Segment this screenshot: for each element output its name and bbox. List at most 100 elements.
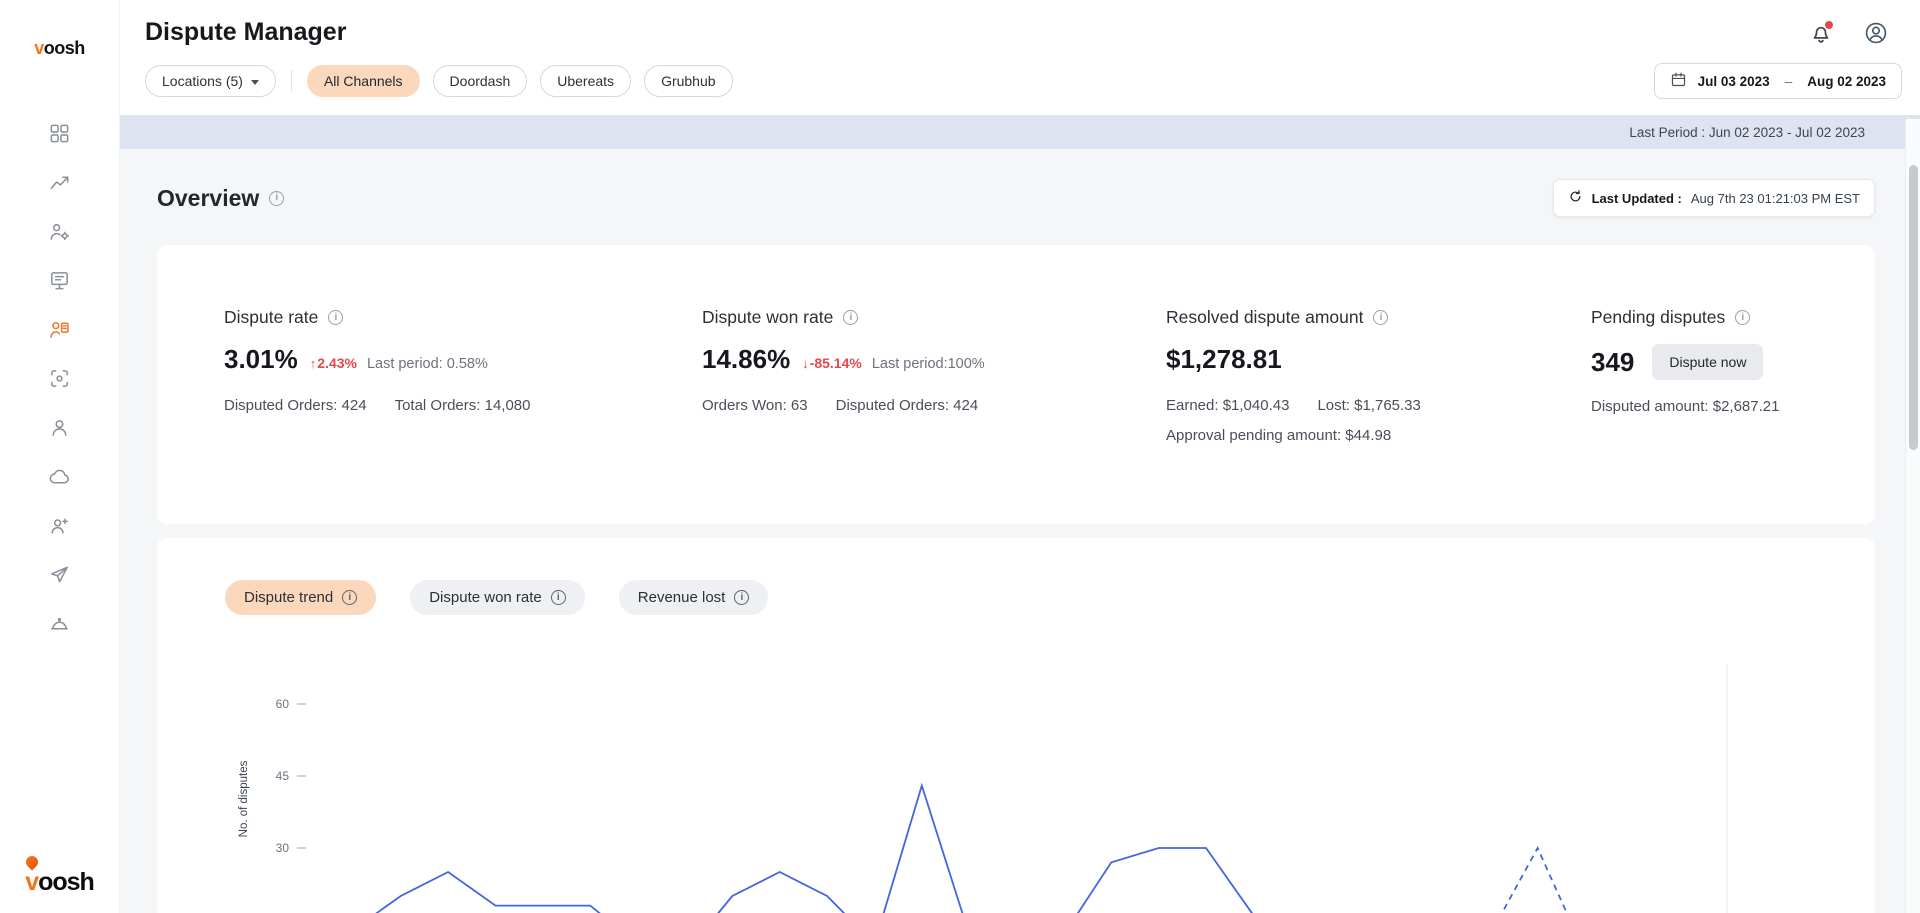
avatar-icon [1863, 34, 1889, 49]
channel-chip-all-channels[interactable]: All Channels [307, 65, 420, 97]
date-range-picker[interactable]: Jul 03 2023 – Aug 02 2023 [1654, 63, 1902, 99]
dispute-trend-chart: 60 45 30 No. of disputes [157, 634, 1875, 913]
info-icon[interactable] [1735, 310, 1750, 325]
bell-icon [1808, 34, 1834, 49]
sidebar-item-analytics[interactable] [0, 158, 119, 207]
info-icon[interactable] [734, 590, 749, 605]
metric-value: $1,278.81 [1166, 344, 1282, 375]
channel-chip-ubereats[interactable]: Ubereats [540, 65, 631, 97]
arrow-down-icon: ↓ [802, 356, 809, 371]
user-settings-icon [48, 220, 71, 243]
scrollbar-thumb[interactable] [1909, 165, 1918, 450]
channel-chip-grubhub[interactable]: Grubhub [644, 65, 732, 97]
scrollbar-track[interactable] [1905, 119, 1920, 913]
cloche-icon [48, 612, 71, 635]
account-button[interactable] [1862, 20, 1890, 48]
svg-text:30: 30 [276, 841, 290, 855]
svg-text:60: 60 [276, 697, 290, 711]
chart-area: 60 45 30 No. of disputes [157, 634, 1875, 913]
chevron-down-icon [251, 80, 259, 85]
date-end: Aug 02 2023 [1807, 74, 1886, 89]
sidebar-item-profile[interactable] [0, 403, 119, 452]
metric-title: Dispute won rate [702, 307, 833, 328]
main-area: Dispute Manager [120, 0, 1920, 913]
content-area: Overview Last Updated : Aug 7th 23 01:21… [120, 149, 1920, 913]
filter-divider [291, 70, 292, 92]
locations-dropdown[interactable]: Locations (5) [145, 65, 276, 97]
metric-detail: Disputed Orders: 424 [836, 397, 979, 414]
voosh-logo-v: v [34, 38, 44, 58]
metric-detail: Disputed amount: $2,687.21 [1591, 398, 1779, 415]
tab-revenue-lost[interactable]: Revenue lost [619, 580, 769, 615]
metric-resolved-dispute-amount: Resolved dispute amount $1,278.81 Earned… [1166, 307, 1591, 524]
cloud-icon [48, 465, 71, 488]
date-separator: – [1781, 74, 1797, 89]
metric-delta: ↑2.43% [310, 355, 357, 371]
dispute-now-button[interactable]: Dispute now [1652, 344, 1763, 380]
last-updated-pill: Last Updated : Aug 7th 23 01:21:03 PM ES… [1553, 179, 1875, 217]
last-updated-label: Last Updated : [1592, 191, 1682, 206]
tab-dispute-won-rate[interactable]: Dispute won rate [410, 580, 585, 615]
metric-dispute-won-rate: Dispute won rate 14.86% ↓-85.14% Last pe… [702, 307, 1166, 524]
metric-delta: ↓-85.14% [802, 355, 862, 371]
locations-label: Locations (5) [162, 73, 243, 89]
svg-text:45: 45 [276, 769, 290, 783]
metric-detail: Total Orders: 14,080 [395, 397, 531, 414]
info-icon[interactable] [1373, 310, 1388, 325]
sidebar-item-dispute-manager[interactable] [0, 305, 119, 354]
chart-tabs: Dispute trend Dispute won rate Revenue l… [225, 580, 1875, 615]
last-period-strip: Last Period : Jun 02 2023 - Jul 02 2023 [120, 115, 1920, 149]
tab-dispute-trend[interactable]: Dispute trend [225, 580, 376, 615]
metric-detail: Orders Won: 63 [702, 397, 808, 414]
info-icon[interactable] [843, 310, 858, 325]
voosh-logo-bottom: voosh [25, 858, 94, 897]
metric-title: Resolved dispute amount [1166, 307, 1363, 328]
info-icon[interactable] [269, 191, 284, 206]
metric-title: Pending disputes [1591, 307, 1725, 328]
sidebar: vvooshoosh voosh [0, 0, 120, 913]
metric-pending-disputes: Pending disputes 349 Dispute now Dispute… [1591, 307, 1835, 524]
top-header: Dispute Manager [120, 0, 1920, 115]
metric-title: Dispute rate [224, 307, 318, 328]
metrics-card: Dispute rate 3.01% ↑2.43% Last period: 0… [157, 245, 1875, 524]
metric-detail: Lost: $1,765.33 [1317, 397, 1420, 414]
metric-last-period: Last period: 0.58% [367, 356, 488, 372]
chart-card: Dispute trend Dispute won rate Revenue l… [157, 538, 1875, 913]
voosh-logo-top: vvooshoosh [34, 38, 85, 59]
sidebar-item-cloud[interactable] [0, 452, 119, 501]
sidebar-item-dashboard[interactable] [0, 109, 119, 158]
notifications-button[interactable] [1807, 20, 1835, 48]
calendar-icon [1670, 71, 1687, 91]
menu-board-icon [48, 269, 71, 292]
payments-icon [48, 367, 71, 390]
sidebar-item-user-settings[interactable] [0, 207, 119, 256]
dispute-manager-icon [48, 318, 71, 341]
svg-text:No. of disputes: No. of disputes [238, 760, 250, 837]
channel-chip-doordash[interactable]: Doordash [433, 65, 528, 97]
date-start: Jul 03 2023 [1698, 74, 1770, 89]
sidebar-item-add-team[interactable] [0, 501, 119, 550]
rocket-icon [48, 563, 71, 586]
info-icon[interactable] [328, 310, 343, 325]
info-icon[interactable] [551, 590, 566, 605]
overview-title: Overview [157, 185, 259, 212]
metric-value: 349 [1591, 347, 1634, 378]
metric-detail: Approval pending amount: $44.98 [1166, 427, 1391, 444]
sidebar-item-menu-board[interactable] [0, 256, 119, 305]
sidebar-item-payments[interactable] [0, 354, 119, 403]
last-updated-value: Aug 7th 23 01:21:03 PM EST [1691, 191, 1860, 206]
sidebar-item-cloche[interactable] [0, 599, 119, 648]
page-title: Dispute Manager [145, 18, 1902, 47]
refresh-icon [1568, 189, 1583, 207]
metric-dispute-rate: Dispute rate 3.01% ↑2.43% Last period: 0… [224, 307, 702, 524]
arrow-up-icon: ↑ [310, 356, 317, 371]
metric-detail: Disputed Orders: 424 [224, 397, 367, 414]
metric-detail: Earned: $1,040.43 [1166, 397, 1289, 414]
notification-badge [1825, 21, 1833, 29]
sidebar-nav [0, 109, 119, 648]
dashboard-icon [48, 122, 71, 145]
filter-row: Locations (5) All Channels Doordash Uber… [145, 63, 1902, 99]
info-icon[interactable] [342, 590, 357, 605]
sidebar-item-rocket[interactable] [0, 550, 119, 599]
add-team-icon [48, 514, 71, 537]
